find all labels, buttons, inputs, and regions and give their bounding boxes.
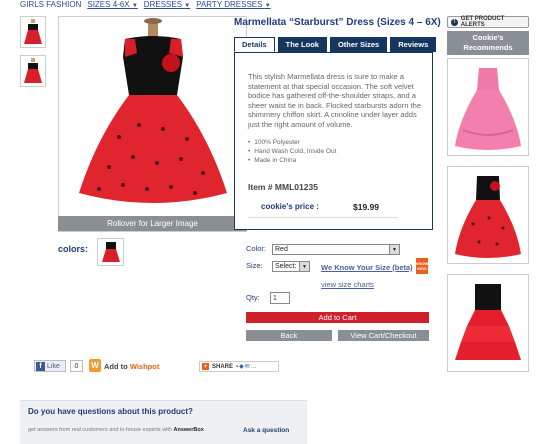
item-number: Item # MML01235 [248, 182, 318, 192]
color-select-value: Red [275, 246, 288, 253]
view-cart-checkout-button[interactable]: View Cart/Checkout [338, 330, 429, 341]
size-select[interactable]: Select: ▼ [272, 261, 310, 272]
chevron-down-icon: ▼ [131, 3, 138, 9]
dress-thumbnail-image [24, 58, 42, 83]
size-charts-link[interactable]: view size charts [321, 280, 374, 289]
questions-subtitle: get answers from real customers and in-h… [28, 427, 204, 433]
recommended-product[interactable] [447, 58, 529, 156]
questions-panel: Do you have questions about this product… [20, 400, 307, 444]
thumbnail-front[interactable] [20, 16, 46, 48]
breadcrumb-dresses-label[interactable]: DRESSES [144, 0, 182, 9]
facebook-icon: f [36, 361, 45, 371]
answerbox-brand: AnswerBox [173, 427, 204, 433]
recommended-product[interactable] [447, 166, 529, 264]
tab-reviews[interactable]: Reviews [390, 37, 437, 52]
pink-dress-image [455, 68, 521, 150]
breadcrumb-sizes-label[interactable]: SIZES 4-6X [87, 0, 129, 9]
size-label: Size: [246, 261, 263, 270]
divider [248, 217, 398, 218]
details-panel: This stylish Marmellata dress is sure to… [234, 52, 433, 230]
like-label: Like [47, 362, 60, 370]
chevron-down-icon: ▼ [264, 3, 271, 9]
dress-thumbnail-image [24, 19, 42, 44]
tiered-dress-image [455, 284, 521, 360]
chevron-down-icon: ▼ [299, 262, 309, 271]
rollover-caption: Rollover for Larger Image [58, 216, 247, 231]
add-to-cart-button[interactable]: Add to Cart [246, 312, 429, 323]
colors-label: colors: [58, 244, 89, 254]
color-swatch-red[interactable] [97, 238, 124, 266]
chevron-down-icon: ▼ [389, 245, 399, 254]
ask-question-link[interactable]: Ask a question [243, 427, 289, 434]
price-label: cookie's price : [261, 202, 319, 211]
back-button[interactable]: Back [246, 330, 332, 341]
facebook-like-button[interactable]: f Like [34, 360, 66, 372]
feature-item: 100% Polyester [248, 138, 336, 147]
tab-details[interactable]: Details [234, 37, 275, 52]
breadcrumb-party-dresses-label[interactable]: PARTY DRESSES [196, 0, 262, 9]
bell-icon: ! [451, 18, 458, 26]
recommended-product[interactable] [447, 274, 529, 372]
color-label: Color: [246, 244, 267, 253]
breadcrumb: GIRLS FASHION SIZES 4-6X ▼ DRESSES ▼ PAR… [20, 0, 271, 10]
wishpot-brand: Wishpot [129, 362, 160, 371]
tab-the-look[interactable]: The Look [277, 37, 327, 52]
page-title: Marmellata “Starburst” Dress (Sizes 4 – … [234, 17, 441, 28]
breadcrumb-dresses[interactable]: DRESSES ▼ [144, 0, 190, 10]
feature-item: Hand Wash Cold, Inside Out [248, 147, 336, 156]
color-select[interactable]: Red ▼ [272, 244, 400, 255]
product-alerts-button[interactable]: ! GET PRODUCT ALERTS [447, 16, 529, 28]
wishpot-prefix: Add to [104, 362, 130, 371]
qty-label: Qty: [246, 293, 260, 302]
breadcrumb-party-dresses[interactable]: PARTY DRESSES ▼ [196, 0, 270, 10]
share-service-icons: ▪◆✉… [236, 364, 258, 370]
share-button[interactable]: + SHARE ▪◆✉… [199, 361, 279, 372]
recommends-header: Cookie's Recommends [447, 31, 529, 55]
dress-swatch-image [101, 242, 120, 262]
main-product-image[interactable] [58, 16, 247, 232]
chevron-down-icon: ▼ [184, 3, 191, 9]
tab-other-sizes[interactable]: Other Sizes [329, 37, 388, 52]
product-alerts-label: GET PRODUCT ALERTS [460, 16, 505, 28]
thumbnail-back[interactable] [20, 55, 46, 87]
breadcrumb-sizes[interactable]: SIZES 4-6X ▼ [87, 0, 137, 10]
plus-icon: + [202, 363, 209, 370]
know-kids-icon: KNOW KIDS [416, 258, 428, 274]
share-label: SHARE [212, 363, 234, 370]
quantity-input[interactable]: 1 [270, 292, 290, 304]
wishpot-icon[interactable]: W [89, 359, 101, 372]
red-black-dress-image [455, 176, 521, 258]
questions-title: Do you have questions about this product… [28, 407, 193, 416]
add-to-wishpot-link[interactable]: Add to Wishpot [104, 362, 159, 371]
dress-image [79, 18, 227, 203]
size-select-value: Select: [275, 263, 297, 270]
like-count: 0 [70, 360, 83, 372]
detail-tabs: Details The Look Other Sizes Reviews [234, 37, 437, 52]
questions-subtitle-text: get answers from real customers and in-h… [28, 427, 174, 433]
price-value: $19.99 [353, 202, 379, 212]
product-features: 100% Polyester Hand Wash Cold, Inside Ou… [248, 138, 336, 165]
product-description: This stylish Marmellata dress is sure to… [248, 72, 421, 129]
feature-item: Made in China [248, 156, 336, 165]
size-help-link[interactable]: We Know Your Size (beta) [321, 263, 413, 272]
breadcrumb-girls-fashion[interactable]: GIRLS FASHION [20, 0, 81, 10]
